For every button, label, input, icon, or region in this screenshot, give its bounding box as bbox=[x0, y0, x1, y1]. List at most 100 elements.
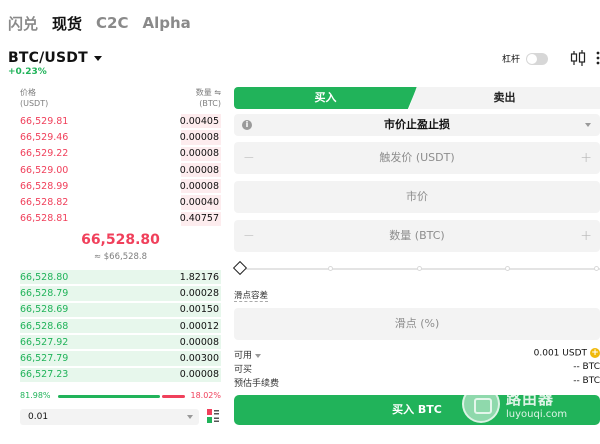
row-price: 66,529.81 bbox=[20, 115, 69, 127]
bid-row[interactable]: 66,528.68 0.00012 bbox=[20, 318, 221, 334]
ask-list: 66,529.81 0.00405 66,529.46 0.00008 66,529.2… bbox=[20, 113, 221, 227]
mid-price-usd: ≈ $66,528.8 bbox=[93, 252, 148, 262]
row-quantity: 0.00008 bbox=[179, 164, 219, 176]
ask-row[interactable]: 66,529.81 0.00405 bbox=[20, 113, 221, 129]
ask-row[interactable]: 66,528.99 0.00008 bbox=[20, 178, 221, 194]
bid-row[interactable]: 66,527.23 0.00008 bbox=[20, 367, 221, 383]
tab-spot[interactable]: 现货 bbox=[52, 13, 82, 34]
amount-placeholder: 数量 (BTC) bbox=[389, 229, 445, 242]
can-buy-label: 可买 bbox=[234, 365, 253, 375]
buy-ratio: 81.98% bbox=[20, 391, 51, 400]
tab-sell[interactable]: 卖出 bbox=[409, 87, 600, 109]
available-label[interactable]: 可用 bbox=[234, 351, 252, 361]
slider-tick[interactable] bbox=[594, 266, 599, 271]
available-value: 0.001 USDT bbox=[533, 348, 587, 359]
plus-icon[interactable]: + bbox=[580, 142, 592, 174]
ask-row[interactable]: 66,528.82 0.00040 bbox=[20, 194, 221, 210]
slider-handle[interactable] bbox=[232, 260, 248, 276]
row-price: 66,529.22 bbox=[20, 148, 69, 160]
leverage-control: 杠杆 bbox=[502, 52, 548, 65]
deposit-plus-icon[interactable]: + bbox=[590, 348, 600, 358]
row-price: 66,527.79 bbox=[20, 353, 69, 365]
row-price: 66,528.81 bbox=[20, 213, 69, 225]
row-quantity: 0.00008 bbox=[179, 336, 219, 348]
bid-row[interactable]: 66,528.69 0.00150 bbox=[20, 302, 221, 318]
ratio-bar-buy bbox=[58, 395, 161, 398]
trigger-price-input[interactable]: − 触发价 (USDT) + bbox=[234, 142, 600, 174]
bid-row[interactable]: 66,528.79 0.00028 bbox=[20, 285, 221, 301]
amount-slider[interactable] bbox=[232, 260, 600, 276]
row-price: 66,528.82 bbox=[20, 197, 69, 209]
ask-row[interactable]: 66,529.22 0.00008 bbox=[20, 146, 221, 162]
slider-tick[interactable] bbox=[505, 266, 510, 271]
ask-row[interactable]: 66,529.00 0.00008 bbox=[20, 162, 221, 178]
row-quantity: 0.00040 bbox=[179, 197, 219, 209]
price-unit: (USDT) bbox=[20, 99, 49, 108]
leverage-label: 杠杆 bbox=[501, 55, 520, 65]
bid-row[interactable]: 66,528.80 1.82176 bbox=[20, 269, 221, 285]
ask-row[interactable]: 66,528.81 0.40757 bbox=[20, 211, 221, 227]
watermark-brand: 路由器 bbox=[506, 390, 555, 408]
slider-tick[interactable] bbox=[328, 266, 333, 271]
trigger-price-placeholder: 触发价 (USDT) bbox=[379, 151, 455, 164]
tab-flash-swap[interactable]: 闪兑 bbox=[8, 13, 38, 34]
chevron-down-icon[interactable] bbox=[255, 353, 262, 358]
watermark-site: luyouqi.com bbox=[506, 409, 568, 420]
tab-alpha[interactable]: Alpha bbox=[143, 14, 191, 32]
qty-unit: (BTC) bbox=[199, 99, 221, 108]
ask-row[interactable]: 66,529.46 0.00008 bbox=[20, 129, 221, 145]
row-quantity: 0.00300 bbox=[179, 353, 219, 365]
row-quantity: 0.00150 bbox=[179, 304, 219, 316]
row-quantity: 0.00012 bbox=[179, 320, 219, 332]
precision-select[interactable]: 0.01 bbox=[20, 409, 199, 425]
bid-row[interactable]: 66,527.79 0.00300 bbox=[20, 350, 221, 366]
row-quantity: 1.82176 bbox=[179, 271, 219, 283]
mid-price: 66,528.80 bbox=[81, 232, 160, 248]
pair-name: BTC/USDT bbox=[8, 50, 88, 66]
slippage-label[interactable]: 滑点容差 bbox=[234, 289, 269, 302]
info-icon[interactable]: i bbox=[242, 120, 252, 130]
row-price: 66,528.99 bbox=[20, 180, 69, 192]
ratio-bar bbox=[58, 395, 185, 398]
can-buy-value: -- BTC bbox=[573, 362, 600, 372]
qty-header[interactable]: 数量 ⇋ bbox=[196, 87, 221, 98]
row-quantity: 0.00405 bbox=[179, 115, 219, 127]
row-price: 66,527.92 bbox=[20, 336, 69, 348]
ratio-bar-sell bbox=[162, 395, 185, 398]
row-price: 66,529.46 bbox=[20, 131, 69, 143]
row-quantity: 0.40757 bbox=[179, 213, 219, 225]
more-icon[interactable] bbox=[596, 51, 600, 65]
minus-icon[interactable]: − bbox=[243, 142, 255, 174]
market-price-field: 市价 bbox=[234, 181, 600, 213]
order-type-value: 市价止盈止损 bbox=[384, 118, 450, 131]
chevron-down-icon bbox=[93, 56, 102, 61]
bid-list: 66,528.80 1.82176 66,528.79 0.00028 66,528.6… bbox=[20, 269, 221, 383]
slippage-input[interactable]: 滑点 (%) bbox=[234, 308, 600, 340]
row-price: 66,528.69 bbox=[20, 304, 69, 316]
sell-ratio: 18.02% bbox=[190, 391, 221, 400]
amount-input[interactable]: − 数量 (BTC) + bbox=[234, 220, 600, 252]
order-type-select[interactable]: i 市价止盈止损 bbox=[234, 114, 600, 136]
top-tabs: 闪兑 现货 C2C Alpha bbox=[8, 11, 191, 35]
leverage-toggle[interactable] bbox=[526, 52, 548, 65]
chevron-down-icon bbox=[187, 415, 193, 419]
tab-buy[interactable]: 买入 bbox=[234, 87, 417, 109]
pair-selector[interactable]: BTC/USDT bbox=[8, 50, 102, 66]
tab-c2c[interactable]: C2C bbox=[96, 14, 128, 32]
row-price: 66,528.68 bbox=[20, 320, 69, 332]
orderbook-layout-icon[interactable] bbox=[207, 409, 219, 423]
candlestick-chart-icon[interactable] bbox=[570, 49, 586, 67]
minus-icon[interactable]: − bbox=[243, 220, 255, 252]
price-change: +0.23% bbox=[8, 67, 47, 77]
plus-icon[interactable]: + bbox=[580, 220, 592, 252]
bid-row[interactable]: 66,527.92 0.00008 bbox=[20, 334, 221, 350]
row-quantity: 0.00008 bbox=[179, 180, 219, 192]
router-logo-icon bbox=[462, 385, 500, 423]
row-quantity: 0.00008 bbox=[179, 369, 219, 381]
can-buy-row: 可买 -- BTC bbox=[234, 362, 600, 375]
row-quantity: 0.00008 bbox=[179, 131, 219, 143]
precision-value: 0.01 bbox=[28, 412, 49, 422]
side-tabs: 买入 卖出 bbox=[234, 87, 600, 109]
fee-label: 预估手续费 bbox=[234, 379, 280, 389]
slider-tick[interactable] bbox=[417, 266, 422, 271]
